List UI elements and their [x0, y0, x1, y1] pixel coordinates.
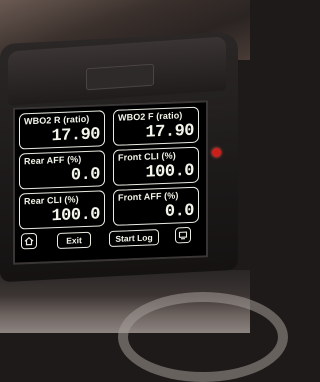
gauge-label: WBO2 R (ratio): [24, 113, 90, 127]
gauge-front-cli[interactable]: Front CLI (%) 100.0: [113, 146, 199, 186]
gauge-rear-cli[interactable]: Rear CLI (%) 100.0: [19, 190, 105, 230]
device-screen: WBO2 R (ratio) 17.90 WBO2 F (ratio) 17.9…: [13, 100, 208, 265]
gauge-label: WBO2 F (ratio): [118, 110, 183, 123]
exit-button[interactable]: Exit: [57, 231, 91, 250]
screen-icon: [178, 231, 188, 240]
gauge-value: 100.0: [51, 205, 100, 227]
gauge-value: 100.0: [145, 161, 194, 183]
home-icon: [24, 236, 34, 246]
chrome-trim: [118, 292, 288, 382]
gauge-label: Rear AFF (%): [24, 154, 82, 167]
screen-button[interactable]: [175, 226, 191, 244]
gauge-label: Rear CLI (%): [24, 194, 79, 207]
status-led: [212, 148, 221, 157]
gauge-wbo2-rear[interactable]: WBO2 R (ratio) 17.90: [19, 110, 105, 150]
gauge-wbo2-front[interactable]: WBO2 F (ratio) 17.90: [113, 106, 199, 146]
gauge-value: 0.0: [164, 201, 194, 222]
gauge-front-aff[interactable]: Front AFF (%) 0.0: [113, 186, 199, 226]
gauge-rear-aff[interactable]: Rear AFF (%) 0.0: [19, 150, 105, 190]
bottom-toolbar: Exit Start Log: [15, 222, 206, 259]
gauge-value: 17.90: [51, 125, 100, 147]
gauge-value: 17.90: [145, 121, 194, 143]
start-log-button[interactable]: Start Log: [109, 229, 159, 248]
gauge-label: Front CLI (%): [118, 150, 176, 163]
home-button[interactable]: [21, 232, 37, 250]
gauge-value: 0.0: [70, 165, 100, 186]
gauge-label: Front AFF (%): [118, 190, 179, 203]
